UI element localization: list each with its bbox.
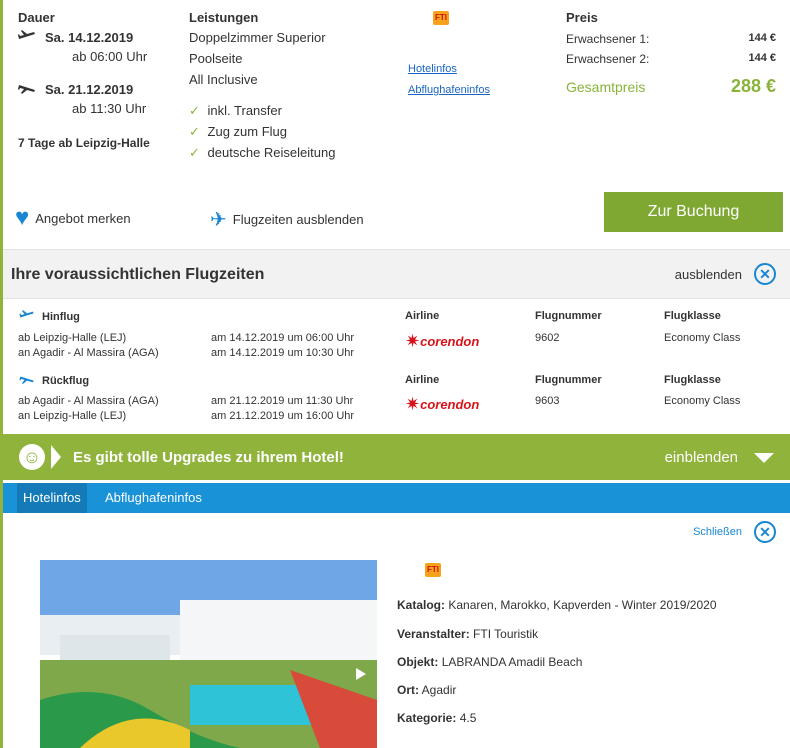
upgrade-banner[interactable]: ☺ Es gibt tolle Upgrades zu ihrem Hotel!… (3, 434, 790, 480)
return-dep: am 21.12.2019 um 11:30 Uhr (211, 395, 354, 407)
return-flightno: 9603 (535, 395, 560, 407)
return-flightno-label: Flugnummer (535, 374, 602, 386)
return-date: Sa. 21.12.2019 (45, 82, 134, 97)
outbound-date: Sa. 14.12.2019 (45, 30, 134, 45)
adult2-label: Erwachsener 2: (566, 52, 650, 66)
return-to: an Leipzig-Halle (LEJ) (18, 410, 127, 422)
hotel-veranstalter: Veranstalter: FTI Touristik (397, 627, 539, 641)
hotel-image[interactable] (40, 560, 377, 748)
flight-times-hide[interactable]: ausblenden (675, 267, 742, 282)
room-type: Doppelzimmer Superior (189, 30, 326, 45)
star-icon: ✷ (405, 394, 421, 414)
info-tabs: Hotelinfos Abflughafeninfos (3, 483, 790, 513)
check-icon: ✓ (189, 145, 200, 160)
angebot-merken[interactable]: ♥ Angebot merken (15, 204, 131, 231)
hotel-kategorie: Kategorie: 4.5 (397, 711, 477, 725)
fti-logo: FTI (433, 8, 449, 25)
return-flight-label: Rückflug (18, 374, 89, 387)
chevron-down-icon[interactable] (754, 453, 774, 463)
smiley-icon: ☺ (19, 444, 45, 470)
arrow-icon (51, 445, 61, 469)
flugzeiten-toggle-label: Flugzeiten ausblenden (232, 212, 364, 227)
heart-icon: ♥ (15, 204, 30, 231)
upgrade-show[interactable]: einblenden (665, 449, 738, 466)
extra-label: Zug zum Flug (207, 124, 288, 139)
tab-abflughafeninfos[interactable]: Abflughafeninfos (99, 483, 208, 513)
extra-label: deutsche Reiseleitung (207, 145, 336, 160)
plane-arrive-icon (18, 82, 36, 97)
abflughafeninfos-link[interactable]: Abflughafeninfos (408, 84, 490, 96)
outbound-flightno-label: Flugnummer (535, 310, 602, 322)
extra-item: ✓ deutsche Reiseleitung (189, 145, 335, 161)
fti-logo: FTI (425, 560, 441, 577)
adult1-label: Erwachsener 1: (566, 32, 650, 46)
plane-icon: ✈ (210, 209, 227, 231)
outbound-to: an Agadir - Al Massira (AGA) (18, 347, 159, 359)
return-arr: am 21.12.2019 um 16:00 Uhr (211, 410, 355, 422)
hotel-ort: Ort: Agadir (397, 683, 457, 697)
plane-depart-icon (18, 30, 36, 45)
corendon-logo: ✷ corendon (405, 331, 480, 351)
total-label: Gesamtpreis (566, 79, 646, 95)
return-class: Economy Class (664, 395, 741, 407)
hotel-katalog: Katalog: Kanaren, Marokko, Kapverden - W… (397, 598, 717, 612)
star-icon: ✷ (405, 331, 421, 351)
hotel-objekt: Objekt: LABRANDA Amadil Beach (397, 655, 583, 669)
outbound-from: ab Leipzig-Halle (LEJ) (18, 332, 127, 344)
angebot-merken-label: Angebot merken (35, 210, 131, 226)
close-link[interactable]: Schließen (693, 526, 742, 538)
preis-label: Preis (566, 10, 598, 25)
check-icon: ✓ (189, 124, 200, 139)
extra-label: inkl. Transfer (207, 103, 282, 118)
dauer-label: Dauer (18, 10, 55, 25)
extra-item: ✓ Zug zum Flug (189, 124, 287, 140)
outbound-arr: am 14.12.2019 um 10:30 Uhr (211, 347, 355, 359)
outbound-class-label: Flugklasse (664, 310, 721, 322)
flugzeiten-toggle[interactable]: ✈ Flugzeiten ausblenden (210, 207, 364, 232)
close-icon[interactable]: ✕ (754, 521, 776, 543)
outbound-class: Economy Class (664, 332, 741, 344)
zur-buchung-button[interactable]: Zur Buchung (604, 192, 783, 232)
outbound-flightno: 9602 (535, 332, 560, 344)
return-from: ab Agadir - Al Massira (AGA) (18, 395, 159, 407)
return-airline-label: Airline (405, 374, 440, 386)
check-icon: ✓ (189, 103, 200, 118)
outbound-airline-label: Airline (405, 310, 440, 322)
board-type: All Inclusive (189, 72, 258, 87)
trip-duration: 7 Tage ab Leipzig-Halle (18, 136, 150, 150)
extra-item: ✓ inkl. Transfer (189, 103, 282, 119)
upgrade-text: Es gibt tolle Upgrades zu ihrem Hotel! (73, 449, 344, 466)
plane-arrive-icon (18, 374, 36, 387)
adult1-price: 144 € (748, 32, 776, 44)
corendon-logo: ✷ corendon (405, 394, 480, 414)
plane-depart-icon (18, 310, 36, 323)
room-view: Poolseite (189, 51, 243, 66)
return-time: ab 11:30 Uhr (72, 101, 147, 116)
outbound-time: ab 06:00 Uhr (72, 49, 148, 64)
leistungen-label: Leistungen (189, 10, 259, 25)
flight-times-header: Ihre voraussichtlichen Flugzeiten ausble… (3, 249, 790, 299)
adult2-price: 144 € (748, 52, 776, 64)
close-icon[interactable]: ✕ (754, 263, 776, 285)
outbound-dep: am 14.12.2019 um 06:00 Uhr (211, 332, 355, 344)
tab-hotelinfos[interactable]: Hotelinfos (17, 483, 87, 513)
total-price: 288 € (730, 76, 776, 96)
return-class-label: Flugklasse (664, 374, 721, 386)
outbound-flight-label: Hinflug (18, 310, 80, 323)
flight-times-title: Ihre voraussichtlichen Flugzeiten (11, 266, 265, 283)
hotelinfos-link[interactable]: Hotelinfos (408, 63, 457, 75)
